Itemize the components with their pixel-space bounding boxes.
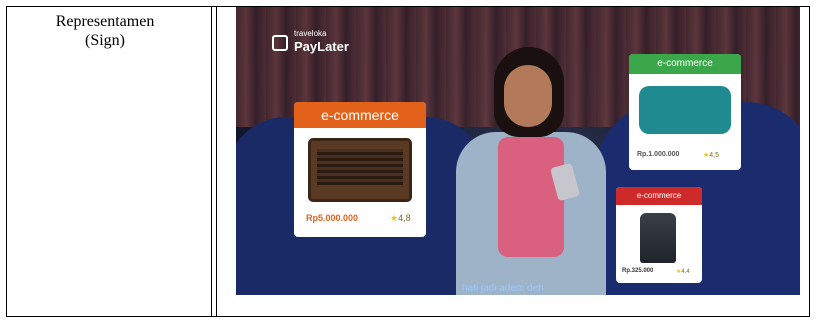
paylater-icon [272, 35, 288, 51]
column-divider [216, 7, 217, 316]
card-tag: e-commerce [616, 187, 702, 205]
couch-image [639, 86, 731, 134]
card-rating: ★4,8 [390, 213, 411, 223]
card-price: Rp.325.000 [622, 268, 654, 274]
column-divider [211, 7, 212, 316]
product-card-plant: e-commerce Rp.325.000 ★4,4 [616, 187, 702, 283]
row-label-line2: (Sign) [85, 32, 125, 49]
star-icon: ★ [390, 213, 399, 223]
woman-shirt [498, 137, 564, 257]
speaker-image [308, 138, 412, 202]
logo-brand: traveloka [294, 29, 327, 38]
ad-screenshot: traveloka PayLater e-commerce Rp5.000.00… [236, 7, 800, 295]
woman-face [504, 65, 552, 127]
row-label: Representamen (Sign) [20, 12, 190, 50]
card-tag: e-commerce [294, 102, 426, 128]
card-price: Rp5.000.000 [306, 213, 359, 223]
card-tag: e-commerce [629, 54, 741, 74]
ad-caption: hati jadi adem deh [462, 283, 544, 294]
row-label-line1: Representamen [55, 13, 155, 30]
product-card-couch: e-commerce Rp.1.000.000 ★4,5 [629, 54, 741, 170]
logo-product: PayLater [294, 39, 349, 54]
plant-stand-image [640, 213, 676, 263]
product-card-speaker: e-commerce Rp5.000.000 ★4,8 [294, 102, 426, 237]
card-price: Rp.1.000.000 [637, 151, 680, 158]
card-rating: ★4,4 [676, 269, 690, 275]
card-rating: ★4,5 [703, 152, 720, 159]
